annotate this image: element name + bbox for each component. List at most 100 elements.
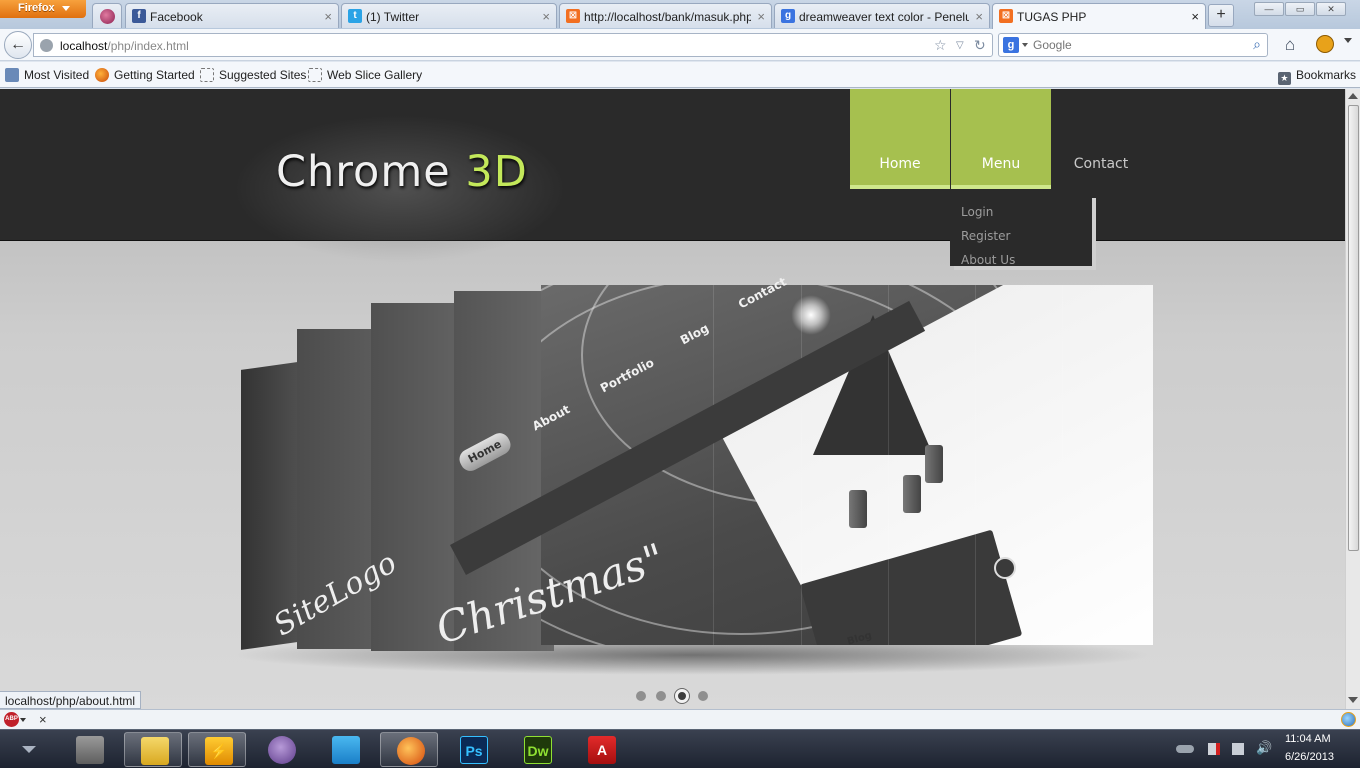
scrollbar-thumb[interactable]	[1348, 105, 1359, 551]
taskbar-windows[interactable]	[124, 732, 182, 767]
bookmark-suggested-sites[interactable]: Suggested Sites	[200, 68, 306, 82]
bookmark-most-visited[interactable]: Most Visited	[5, 68, 89, 82]
arrow-left-icon: ←	[10, 36, 26, 53]
bookmark-label: Suggested Sites	[219, 68, 307, 82]
close-icon[interactable]: ×	[757, 9, 765, 24]
dreamweaver-icon: Dw	[524, 736, 552, 764]
slice-divider	[1062, 285, 1063, 645]
search-bar[interactable]: g ⌕	[998, 33, 1268, 57]
taskbar-photoshop[interactable]: Ps	[444, 732, 502, 767]
pager-dot[interactable]	[636, 691, 646, 701]
url-bar[interactable]: localhost/php/index.html ☆ ▽ ↻	[33, 33, 993, 57]
close-icon[interactable]: ×	[975, 9, 983, 24]
home-button[interactable]: ⌂	[1280, 35, 1300, 55]
menu-dropdown: Login Register About Us	[950, 194, 1092, 267]
tab-facebook[interactable]: f Facebook ×	[125, 3, 339, 28]
web-slice-icon	[200, 68, 214, 82]
site-logo[interactable]: Chrome 3D	[276, 147, 528, 197]
chevron-down-icon	[1022, 43, 1028, 47]
firefox-icon	[95, 68, 109, 82]
bookmarks-menu-button[interactable]: ★ Bookmarks	[1277, 68, 1356, 85]
search-input[interactable]	[1033, 38, 1233, 52]
url-host: localhost	[60, 39, 108, 53]
toggle-icon[interactable]	[1176, 745, 1194, 753]
chevron-down-icon	[62, 6, 70, 11]
google-icon[interactable]: g	[1003, 37, 1019, 53]
url-path: /php/index.html	[107, 39, 189, 53]
site-logo-accent: 3D	[465, 147, 528, 197]
nav-menu[interactable]: Menu	[951, 89, 1051, 189]
nav-contact-label: Contact	[1073, 156, 1129, 172]
tab-tugas-php[interactable]: ⊠ TUGAS PHP ×	[992, 3, 1206, 29]
taskbar-winamp[interactable]: ⚡	[188, 732, 246, 767]
url-text[interactable]: localhost/php/index.html	[60, 39, 189, 53]
dropdown-item-register[interactable]: Register	[961, 229, 1010, 243]
tab-twitter[interactable]: t (1) Twitter ×	[341, 3, 557, 28]
back-button[interactable]: ←	[4, 31, 32, 59]
close-icon[interactable]: ×	[542, 9, 550, 24]
taskbar-twitter[interactable]	[316, 732, 374, 767]
vertical-scrollbar[interactable]	[1345, 89, 1360, 709]
candle-icon	[849, 490, 867, 528]
pinned-tab[interactable]	[92, 3, 122, 28]
pager-dot[interactable]	[656, 691, 666, 701]
minimize-button[interactable]: —	[1254, 2, 1284, 16]
close-icon[interactable]: ×	[39, 712, 47, 727]
chevron-down-icon[interactable]	[22, 746, 36, 753]
chevron-down-icon[interactable]	[20, 718, 26, 722]
xampp-icon: ⊠	[999, 9, 1013, 23]
close-window-button[interactable]: ✕	[1316, 2, 1346, 16]
candle-icon	[903, 475, 921, 513]
star-icon[interactable]: ☆	[934, 37, 947, 54]
nav-home[interactable]: Home	[850, 89, 950, 189]
pager-dot[interactable]	[698, 691, 708, 701]
tab-label: http://localhost/bank/masuk.php	[584, 10, 751, 24]
close-icon[interactable]: ×	[1191, 9, 1199, 24]
taskbar-explorer[interactable]	[60, 732, 118, 767]
addon-bar: ABP ×	[0, 709, 1360, 729]
chevron-down-icon[interactable]: ▽	[956, 40, 964, 51]
new-tab-button[interactable]: +	[1208, 4, 1234, 27]
nav-contact[interactable]: Contact	[1051, 89, 1151, 189]
scroll-up-icon[interactable]	[1348, 93, 1358, 99]
restore-button[interactable]: ▭	[1285, 2, 1315, 16]
bookmark-label: Getting Started	[114, 68, 195, 82]
tab-localhost-bank[interactable]: ⊠ http://localhost/bank/masuk.php ×	[559, 3, 772, 28]
bookmark-getting-started[interactable]: Getting Started	[95, 68, 195, 82]
greasemonkey-icon[interactable]	[1316, 35, 1334, 53]
tab-label: TUGAS PHP	[1017, 10, 1087, 24]
power-icon[interactable]	[1208, 743, 1220, 755]
windows-explorer-icon	[76, 736, 104, 764]
pager-dot-current[interactable]	[675, 689, 689, 703]
network-icon[interactable]	[1232, 743, 1244, 755]
close-icon[interactable]: ×	[324, 9, 332, 24]
adblock-plus-icon[interactable]: ABP	[4, 712, 19, 727]
clock-date[interactable]: 6/26/2013	[1285, 751, 1334, 763]
taskbar-pidgin[interactable]	[252, 732, 310, 767]
image-slider[interactable]: SiteLogo Blog Home About Portfolio Blog …	[230, 274, 1154, 685]
play-icon	[994, 557, 1016, 579]
site-header: Chrome 3D Home Menu Contact	[0, 89, 1345, 269]
taskbar-firefox[interactable]	[380, 732, 438, 767]
bookmarks-toolbar: Most Visited Getting Started Suggested S…	[0, 62, 1360, 88]
most-visited-icon	[5, 68, 19, 82]
chevron-down-icon[interactable]	[1344, 38, 1352, 43]
scroll-down-icon[interactable]	[1348, 697, 1358, 703]
taskbar-acrobat[interactable]: A	[572, 732, 630, 767]
dropdown-item-about-us[interactable]: About Us	[961, 253, 1015, 267]
clock-time[interactable]: 11:04 AM	[1285, 733, 1331, 745]
bookmark-web-slice-gallery[interactable]: Web Slice Gallery	[308, 68, 422, 82]
firefox-sync-icon[interactable]	[1341, 712, 1356, 727]
tab-label: Facebook	[150, 10, 203, 24]
slice-divider	[801, 285, 802, 645]
search-icon[interactable]: ⌕	[1253, 36, 1261, 53]
firefox-menu-button[interactable]: Firefox	[0, 0, 86, 18]
google-icon: g	[781, 9, 795, 23]
taskbar-dreamweaver[interactable]: Dw	[508, 732, 566, 767]
photoshop-icon: Ps	[460, 736, 488, 764]
tab-dreamweaver-search[interactable]: g dreamweaver text color - Penelu... ×	[774, 3, 990, 28]
volume-icon[interactable]: 🔊	[1256, 740, 1272, 755]
reload-icon[interactable]: ↻	[974, 37, 986, 54]
acrobat-icon: A	[588, 736, 616, 764]
dropdown-item-login[interactable]: Login	[961, 205, 993, 219]
